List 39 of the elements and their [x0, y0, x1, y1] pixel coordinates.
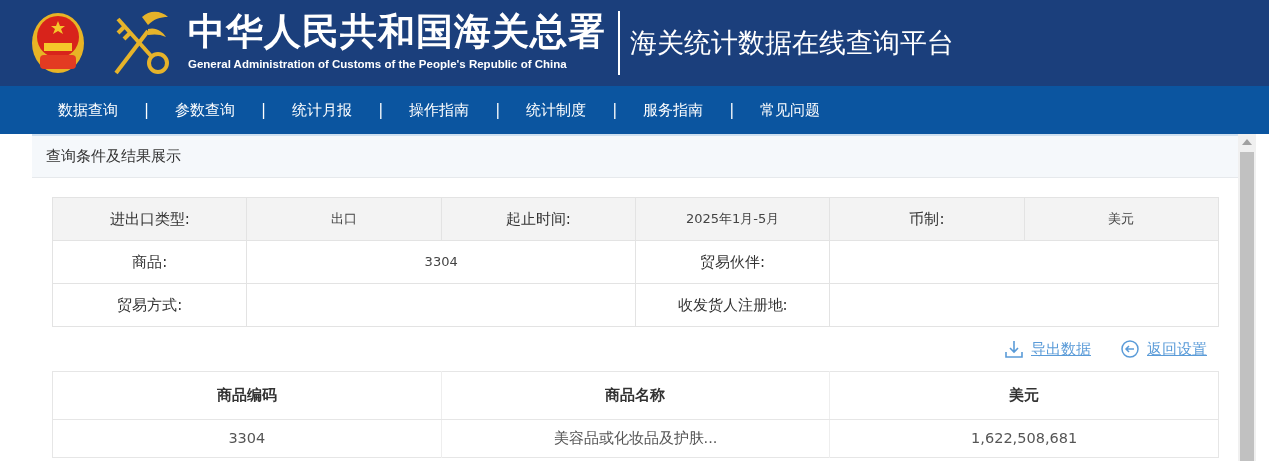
nav-separator: | [144, 99, 150, 121]
nav-link[interactable]: 统计制度 [526, 98, 587, 122]
field-value: 出口 [246, 197, 442, 241]
field-value: 美元 [1024, 197, 1219, 241]
panel-title: 查询条件及结果展示 [32, 134, 1238, 178]
site-title: 中华人民共和国海关总署 [188, 12, 606, 50]
download-icon [1005, 340, 1023, 358]
nav-separator: | [729, 99, 735, 121]
field-label: 进出口类型: [52, 197, 247, 241]
scrollbar[interactable] [1238, 134, 1256, 461]
nav-link[interactable]: 服务指南 [643, 98, 704, 122]
field-label: 币制: [829, 197, 1025, 241]
table-cell: 1,622,508,681 [829, 419, 1219, 458]
field-label: 起止时间: [441, 197, 636, 241]
field-label: 贸易伙伴: [635, 240, 830, 284]
back-icon [1121, 340, 1139, 358]
site-subtitle: General Administration of Customs of the People's Republic of China [188, 56, 568, 72]
field-label: 商品: [52, 240, 247, 284]
nav-link[interactable]: 数据查询 [58, 98, 118, 122]
table-cell: 3304 [52, 419, 442, 458]
field-value: 2025年1月-5月 [635, 197, 830, 241]
field-label: 收发货人注册地: [635, 283, 830, 327]
nav-separator: | [612, 99, 618, 121]
nav-link[interactable]: 操作指南 [409, 98, 470, 122]
scroll-up-icon[interactable] [1242, 139, 1252, 145]
field-value: 3304 [246, 240, 636, 284]
nav-separator: | [378, 99, 384, 121]
column-header: 商品名称 [441, 371, 830, 420]
nav-link[interactable]: 统计月报 [292, 98, 353, 122]
nav-separator: | [261, 99, 267, 121]
table-cell: 美容品或化妆品及护肤... [441, 419, 830, 458]
platform-title: 海关统计数据在线查询平台 [630, 25, 954, 60]
emblem-icon [30, 11, 86, 75]
nav-separator: | [495, 99, 501, 121]
nav-link[interactable]: 常见问题 [760, 98, 821, 122]
field-label: 贸易方式: [52, 283, 247, 327]
column-header: 商品编码 [52, 371, 442, 420]
nav-link[interactable]: 参数查询 [175, 98, 236, 122]
column-header: 美元 [829, 371, 1219, 420]
